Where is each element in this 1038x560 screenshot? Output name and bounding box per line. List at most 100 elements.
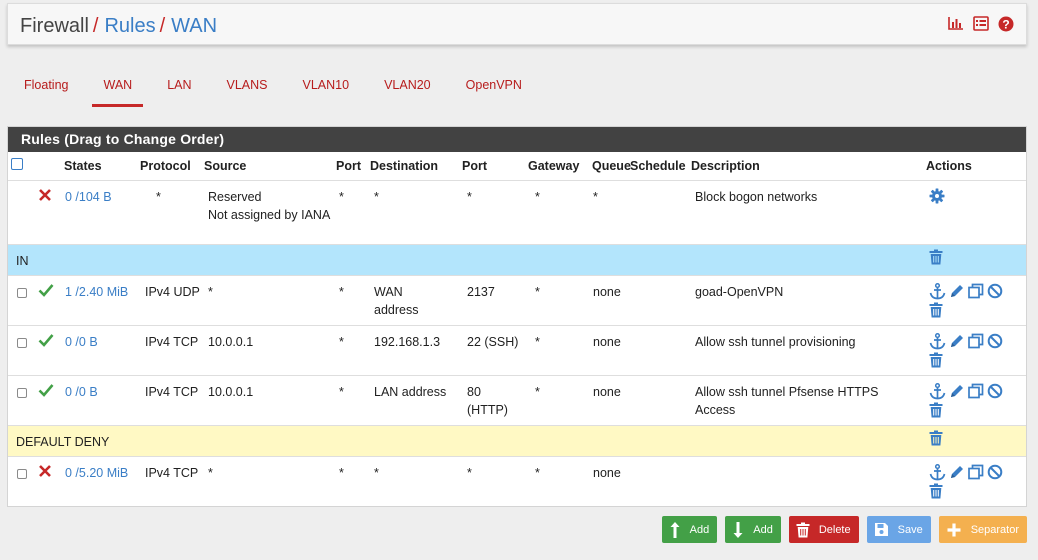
rule-dest-port: 2137 (462, 274, 528, 325)
add-top-label: Add (689, 523, 710, 536)
rule-destination: 192.168.1.3 (370, 324, 462, 375)
rule-description: Allow ssh tunnel provisioning (691, 324, 926, 375)
states-link[interactable]: 0 /5.20 MiB (64, 455, 140, 506)
tab-floating[interactable]: Floating (13, 72, 79, 107)
row-checkbox[interactable] (17, 337, 27, 348)
rule-source: 10.0.0.1 (204, 324, 336, 375)
trash-icon[interactable] (929, 483, 943, 499)
breadcrumb-rules-link[interactable]: Rules (104, 15, 155, 37)
pass-check-icon (38, 283, 54, 300)
trash-icon[interactable] (929, 430, 943, 449)
anchor-icon[interactable] (929, 332, 946, 350)
rule-dest-port: 80 (HTTP) (462, 374, 528, 425)
trash-icon[interactable] (929, 302, 943, 318)
copy-icon[interactable] (968, 383, 984, 400)
add-top-button[interactable]: Add (661, 516, 718, 543)
col-actions: Actions (926, 159, 972, 173)
svg-text:?: ? (1002, 18, 1009, 32)
anchor-icon[interactable] (929, 282, 946, 300)
tab-lan[interactable]: LAN (156, 72, 202, 107)
table-row: 1 /2.40 MiB IPv4 UDP * * WAN address 213… (8, 274, 1026, 325)
select-all-checkbox[interactable] (11, 158, 23, 170)
rule-schedule (630, 324, 691, 375)
copy-icon[interactable] (968, 283, 984, 300)
tab-wan[interactable]: WAN (92, 72, 144, 107)
col-port: Port (336, 159, 361, 173)
delete-button[interactable]: Delete (788, 516, 859, 543)
save-button[interactable]: Save (866, 516, 931, 543)
rule-gateway: * (528, 324, 592, 375)
rule-source: * (204, 274, 336, 325)
rule-source: 10.0.0.1 (204, 374, 336, 425)
bar-chart-icon[interactable] (948, 16, 964, 32)
disable-ban-icon[interactable] (987, 464, 1003, 481)
col-schedule: Schedule (630, 159, 686, 173)
rule-description (691, 455, 926, 506)
separator-label: DEFAULT DENY (8, 424, 926, 456)
rules-table: States Protocol Source Port Destination … (8, 152, 1026, 506)
separator-label: Separator (970, 523, 1019, 536)
states-link[interactable]: 0 /104 B (64, 179, 140, 244)
rule-schedule (630, 374, 691, 425)
disable-ban-icon[interactable] (987, 283, 1003, 300)
rule-destination: * (370, 455, 462, 506)
rule-description: Block bogon networks (691, 179, 926, 244)
rule-queue: none (592, 274, 630, 325)
col-source: Source (204, 159, 247, 173)
help-icon[interactable]: ? (998, 16, 1014, 32)
rule-source: Reserved Not assigned by IANA (204, 179, 336, 244)
trash-icon[interactable] (929, 249, 943, 268)
states-link[interactable]: 1 /2.40 MiB (64, 274, 140, 325)
breadcrumb-separator: / (92, 15, 99, 37)
pass-check-icon (38, 383, 54, 400)
trash-icon[interactable] (929, 402, 943, 418)
states-link[interactable]: 0 /0 B (64, 324, 140, 375)
copy-icon[interactable] (968, 464, 984, 481)
separator-label: IN (8, 243, 926, 275)
edit-pencil-icon[interactable] (949, 333, 965, 350)
interface-tabs: Floating WAN LAN VLANS VLAN10 VLAN20 Ope… (13, 72, 546, 107)
anchor-icon[interactable] (929, 463, 946, 481)
list-icon[interactable] (973, 16, 989, 32)
tab-vlans[interactable]: VLANS (216, 72, 279, 107)
tab-vlan10[interactable]: VLAN10 (292, 72, 361, 107)
disable-ban-icon[interactable] (987, 333, 1003, 350)
rule-port: * (336, 274, 370, 325)
rule-destination: * (370, 179, 462, 244)
rule-gateway: * (528, 274, 592, 325)
col-description: Description (691, 159, 760, 173)
rule-queue: none (592, 374, 630, 425)
rule-protocol: * (140, 179, 204, 244)
add-separator-button[interactable]: Separator (938, 516, 1027, 543)
row-checkbox[interactable] (17, 287, 27, 298)
add-bottom-button[interactable]: Add (725, 516, 781, 543)
separator-row: IN (8, 243, 1026, 275)
arrow-up-icon (669, 521, 690, 539)
breadcrumb-wan-link[interactable]: WAN (171, 15, 217, 37)
copy-icon[interactable] (968, 333, 984, 350)
rule-protocol: IPv4 TCP (140, 324, 204, 375)
page-header: Firewall / Rules / WAN ? (7, 3, 1027, 45)
row-checkbox[interactable] (17, 387, 27, 398)
rule-dest-port: * (462, 179, 528, 244)
row-checkbox[interactable] (17, 468, 27, 479)
rule-port: * (336, 179, 370, 244)
states-link[interactable]: 0 /0 B (64, 374, 140, 425)
tab-openvpn[interactable]: OpenVPN (455, 72, 533, 107)
breadcrumb: Firewall / Rules / WAN (20, 14, 217, 38)
edit-pencil-icon[interactable] (949, 383, 965, 400)
disable-ban-icon[interactable] (987, 383, 1003, 400)
anchor-icon[interactable] (929, 382, 946, 400)
tab-vlan20[interactable]: VLAN20 (373, 72, 442, 107)
edit-pencil-icon[interactable] (949, 464, 965, 481)
trash-icon[interactable] (929, 352, 943, 368)
gear-icon[interactable] (929, 188, 945, 207)
add-bottom-label: Add (753, 523, 773, 536)
breadcrumb-separator: / (159, 15, 166, 37)
rule-dest-port: * (462, 455, 528, 506)
edit-pencil-icon[interactable] (949, 283, 965, 300)
rules-panel: Rules (Drag to Change Order) States Prot… (7, 126, 1027, 507)
rule-gateway: * (528, 455, 592, 506)
rule-port: * (336, 324, 370, 375)
rule-destination: WAN address (370, 274, 462, 325)
